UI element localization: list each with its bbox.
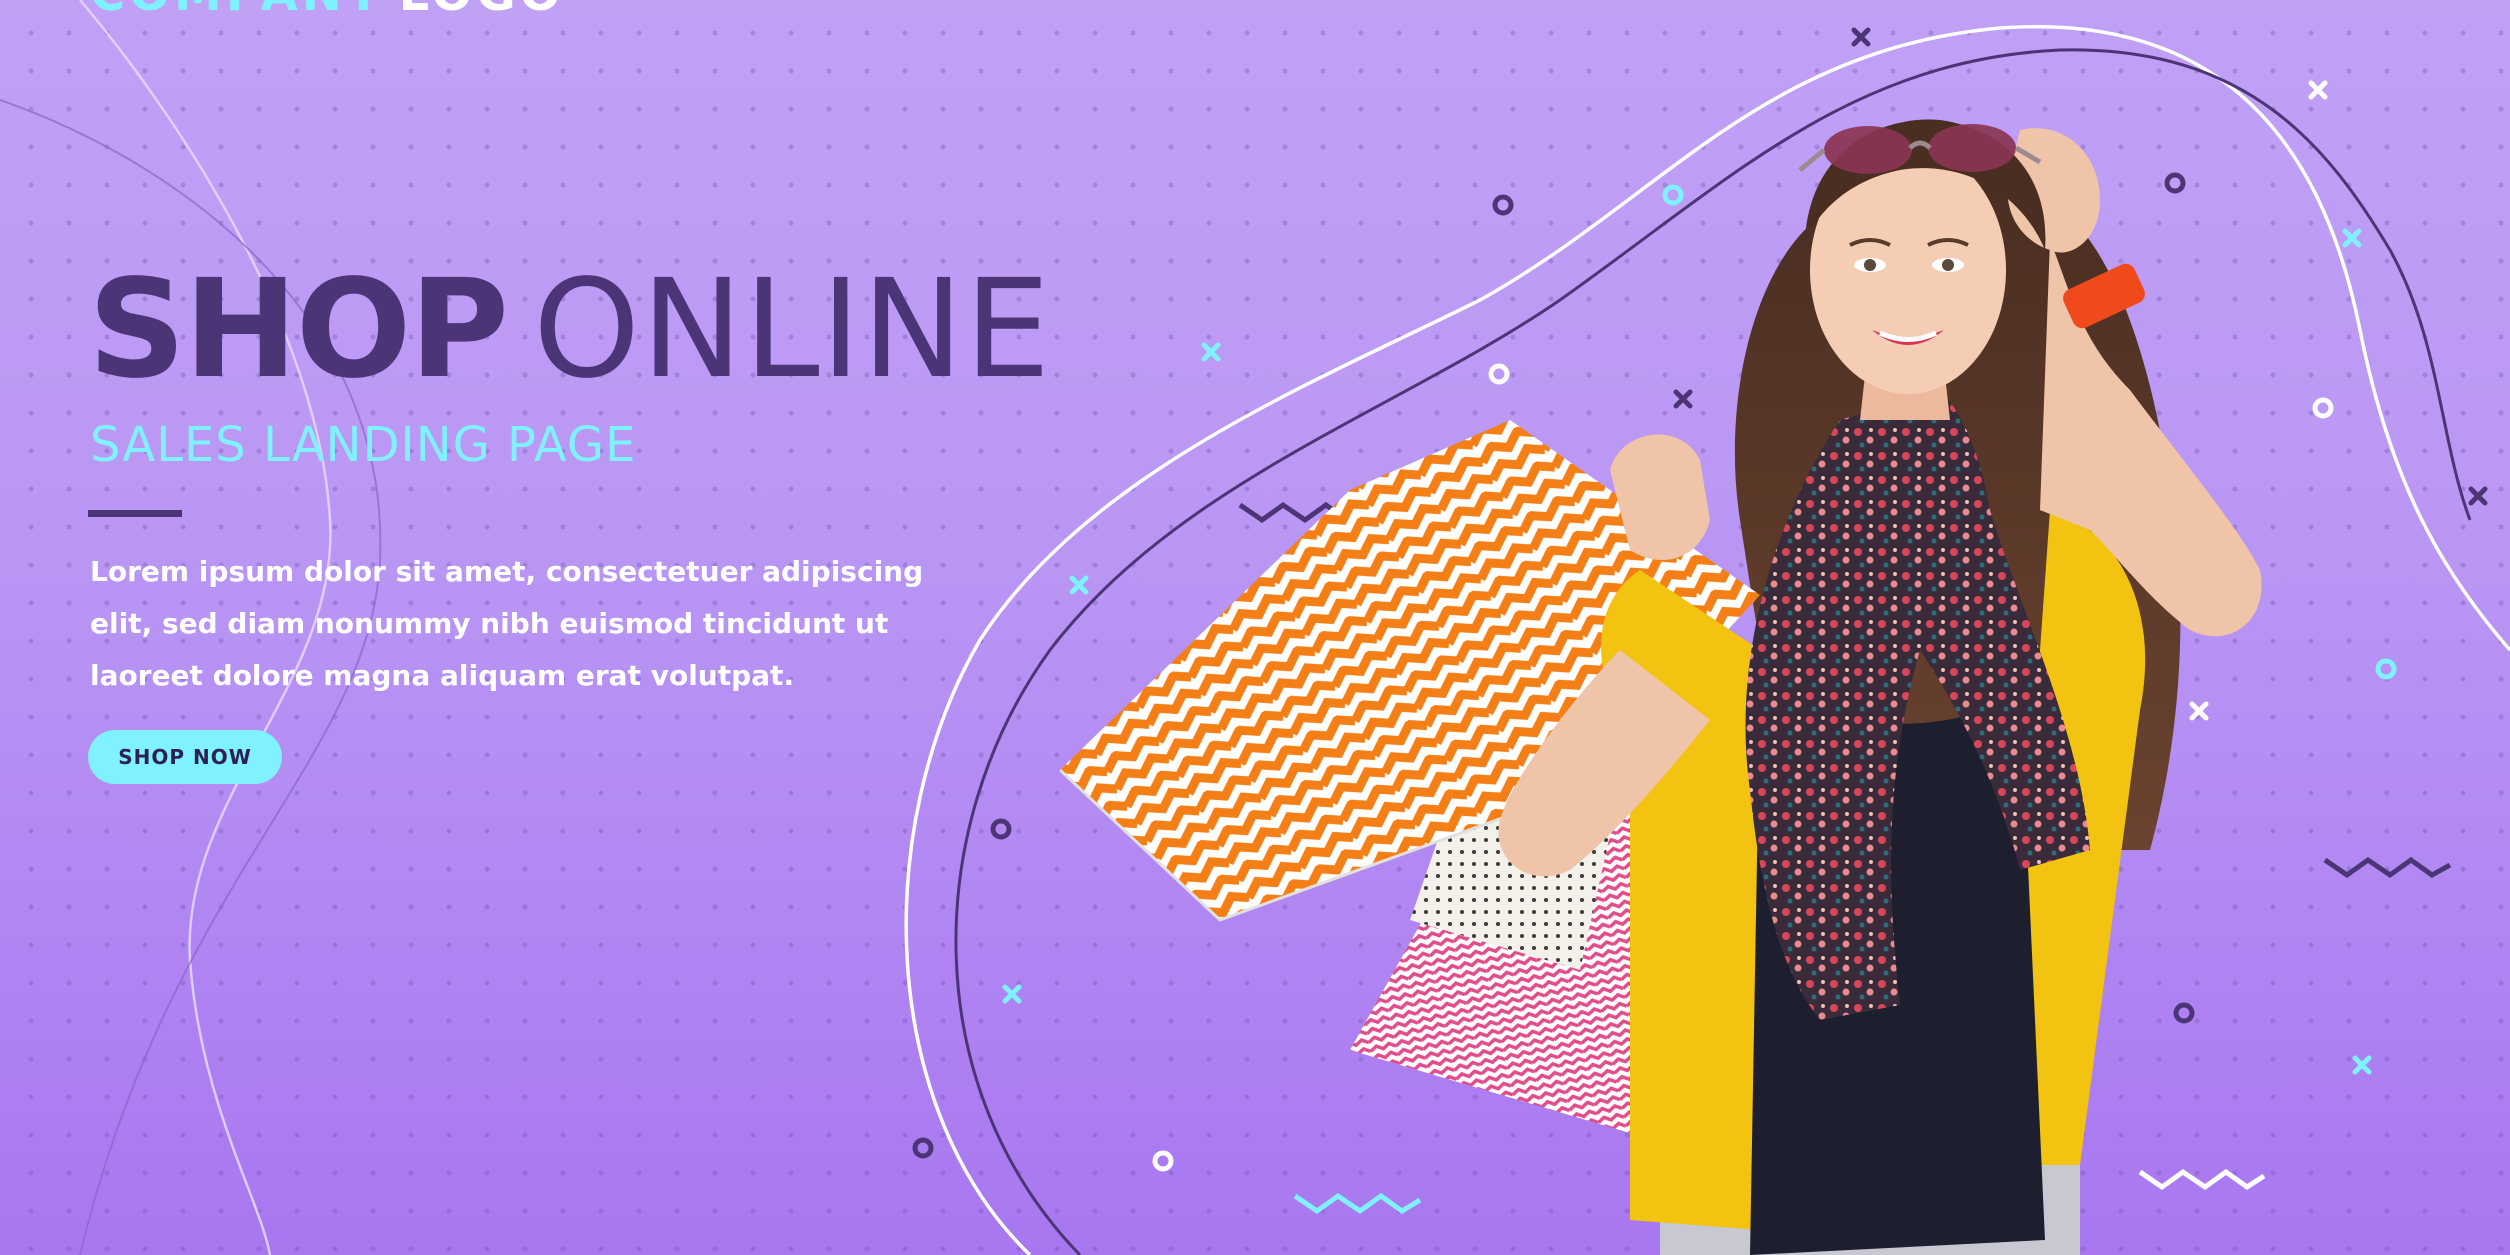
company-logo[interactable]: COMPANY LOGO: [90, 0, 565, 22]
hero-description: Lorem ipsum dolor sit amet, consectetuer…: [90, 546, 924, 702]
logo-word-logo: LOGO: [399, 0, 565, 22]
description-line-3: laoreet dolore magna aliquam erat volutp…: [90, 659, 795, 692]
hero-title-light: ONLINE: [533, 251, 1052, 409]
logo-word-company: COMPANY: [90, 0, 385, 22]
hero-title-bold: SHOP: [88, 251, 509, 409]
title-divider: [88, 510, 182, 517]
shop-now-button[interactable]: SHOP NOW: [88, 730, 282, 784]
description-line-2: elit, sed diam nonummy nibh euismod tinc…: [90, 607, 889, 640]
hero-subtitle: SALES LANDING PAGE: [90, 417, 637, 473]
description-line-1: Lorem ipsum dolor sit amet, consectetuer…: [90, 555, 924, 588]
hero-image-woman-with-shopping-bags: [1060, 119, 2262, 1255]
hero-title: SHOP ONLINE: [88, 262, 1051, 398]
